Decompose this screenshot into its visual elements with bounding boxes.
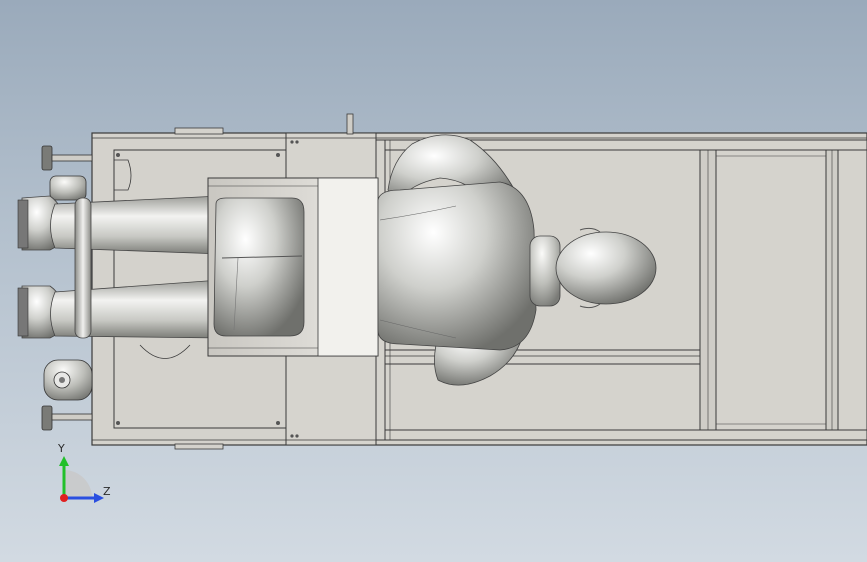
axis-label-z: Z (103, 485, 111, 498)
head (529, 227, 657, 309)
footrest-rod (74, 197, 92, 339)
torso (377, 181, 537, 351)
graphics-viewport[interactable]: Y Z (0, 0, 867, 562)
caster-top (49, 175, 87, 201)
orientation-triad: Y Z (48, 440, 118, 510)
model-scene[interactable] (0, 0, 867, 562)
axis-label-y: Y (58, 442, 65, 455)
caster-bottom (43, 359, 93, 401)
pelvis (213, 197, 305, 337)
